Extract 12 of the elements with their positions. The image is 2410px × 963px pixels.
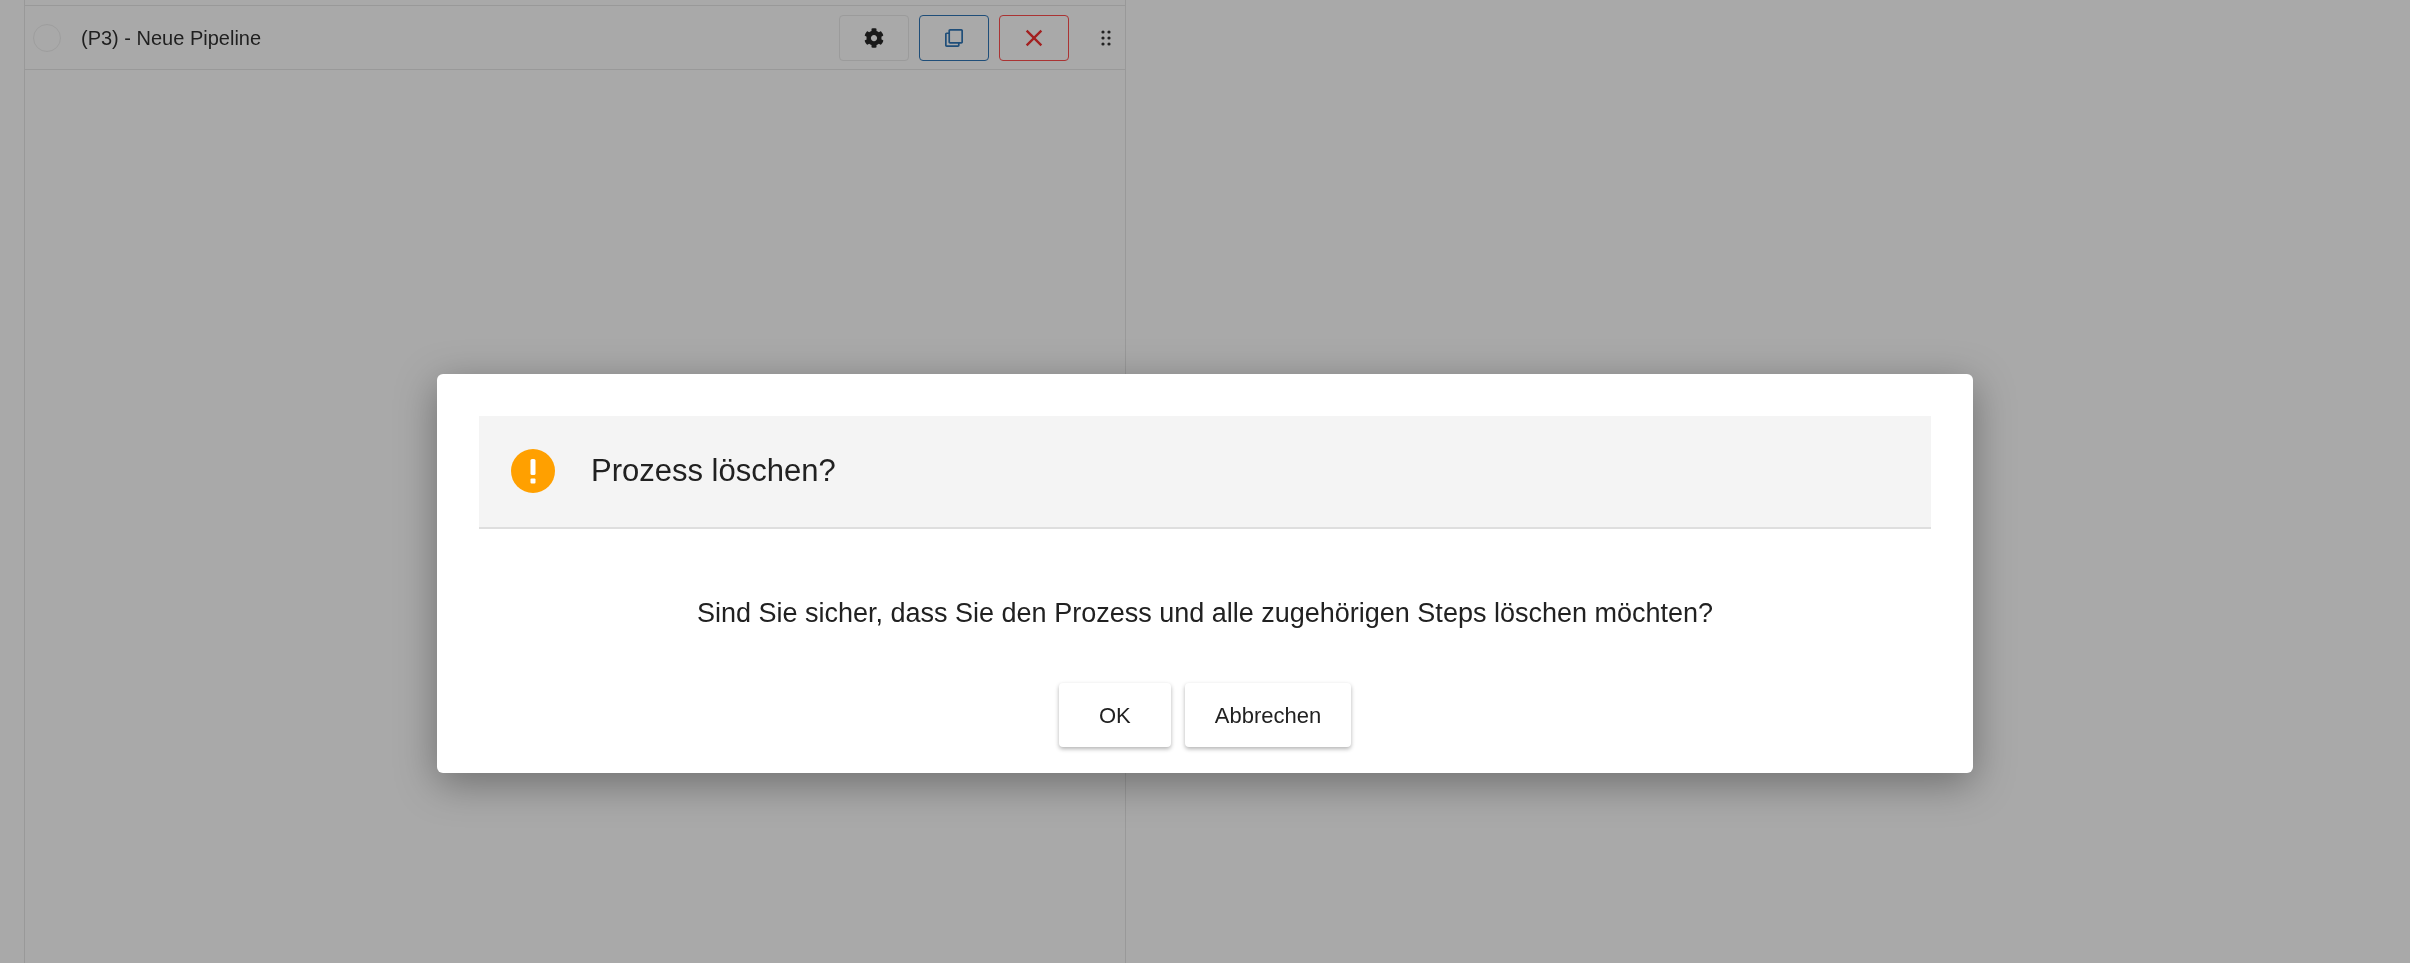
delete-button[interactable] [999,14,1069,61]
pipeline-name: (P3) - Neue Pipeline [81,25,262,51]
dialog-message: Sind Sie sicher, dass Sie den Prozess und alle zugehörigen Steps löschen möchten? [695,596,1715,630]
settings-icon [864,27,884,48]
dialog-button[interactable]: OK [1058,683,1171,748]
dialog-button[interactable]: Abbrechen [1184,683,1352,748]
copy-button[interactable] [919,14,989,61]
copy-icon [945,28,963,47]
drag-handle-icon[interactable] [1101,29,1111,46]
warning-icon [511,449,555,494]
dialog-title: Prozess löschen? [591,452,836,490]
settings-button[interactable] [839,14,909,61]
